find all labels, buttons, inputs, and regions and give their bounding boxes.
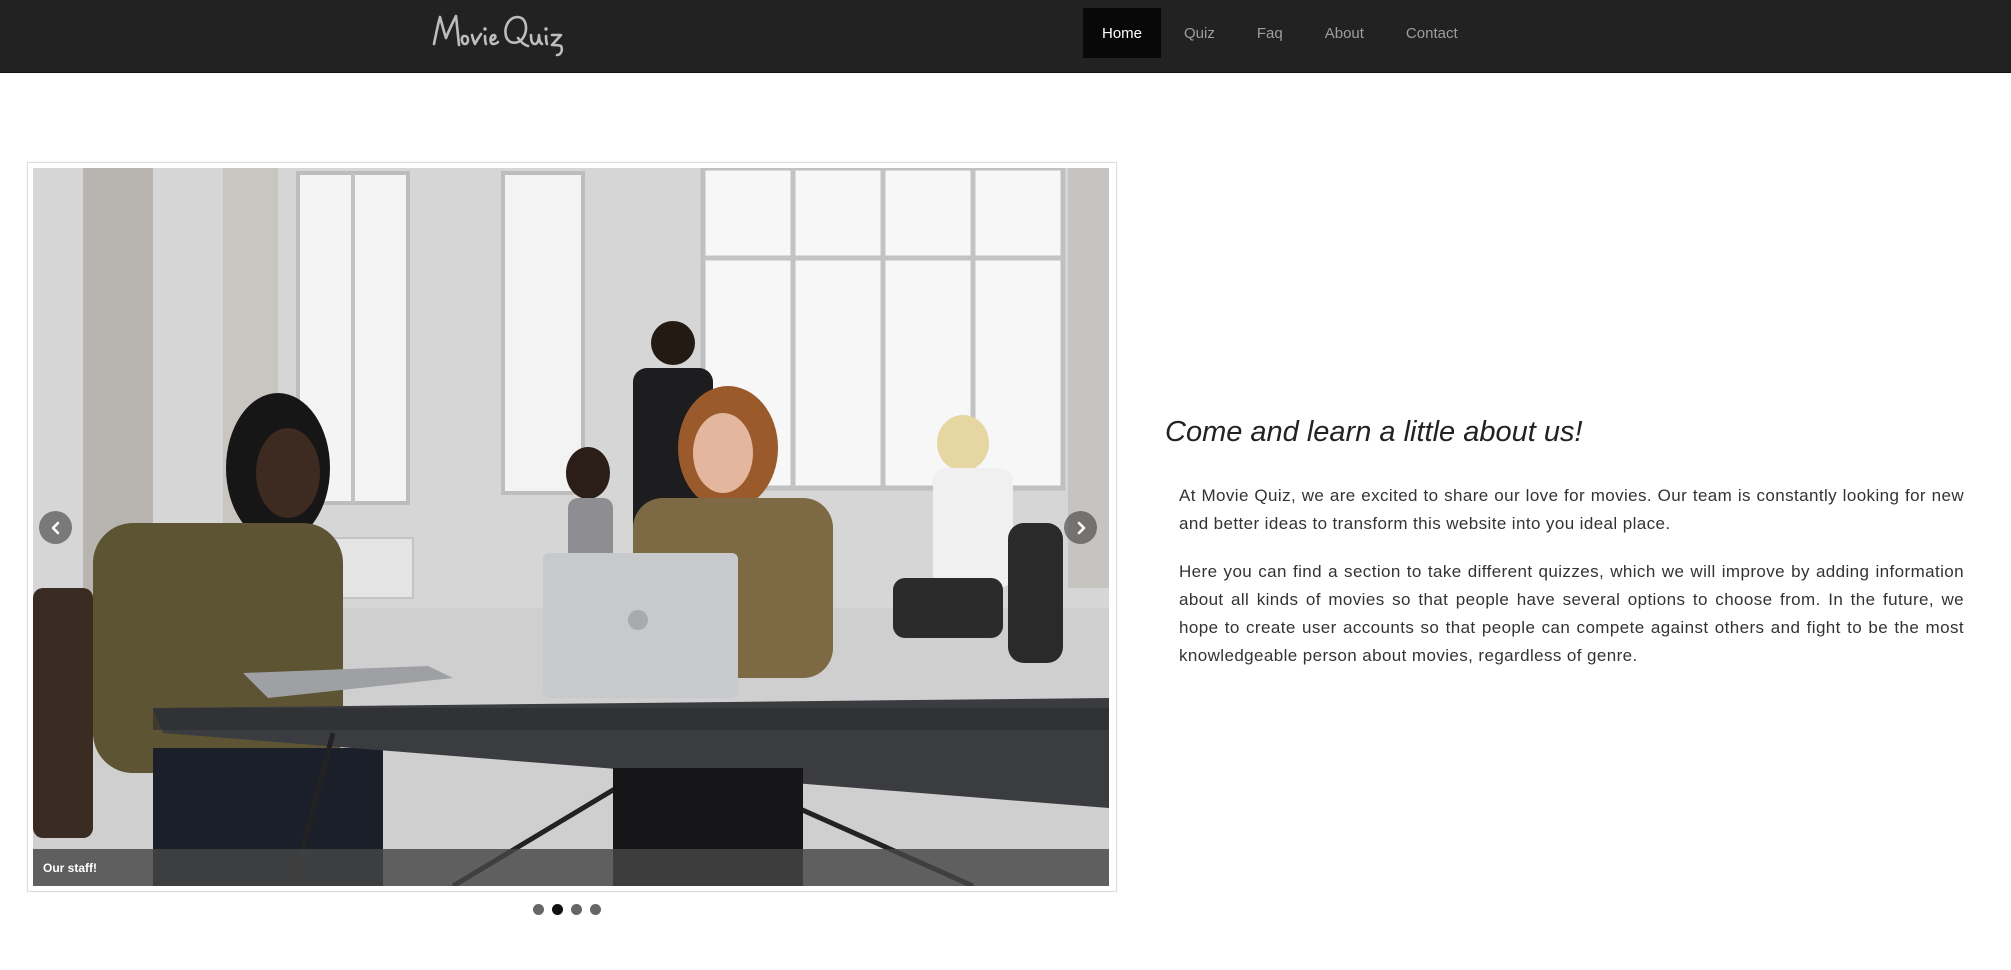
nav-about[interactable]: About (1306, 8, 1383, 58)
carousel-prev-button[interactable] (39, 511, 72, 544)
nav-contact[interactable]: Contact (1387, 8, 1477, 58)
chevron-left-icon (51, 521, 59, 534)
staff-photo (33, 168, 1109, 886)
chevron-right-icon (1077, 521, 1085, 534)
nav-home[interactable]: Home (1083, 8, 1162, 58)
movie-quiz-logo-icon (432, 14, 564, 57)
carousel-slide: Our staff! (33, 168, 1109, 886)
main-nav: Home Quiz Faq About Contact (1083, 8, 1481, 58)
nav-faq[interactable]: Faq (1238, 8, 1302, 58)
about-paragraph-1: At Movie Quiz, we are excited to share o… (1179, 486, 1964, 533)
carousel-caption: Our staff! (33, 849, 1109, 886)
image-carousel: Our staff! (27, 162, 1117, 892)
top-navbar: Home Quiz Faq About Contact (0, 0, 2011, 73)
carousel-indicators (533, 904, 601, 915)
brand-logo[interactable] (428, 8, 574, 60)
about-text: At Movie Quiz, we are excited to share o… (1179, 482, 1964, 690)
about-heading: Come and learn a little about us! (1165, 416, 1583, 448)
carousel-dot-1[interactable] (533, 904, 544, 915)
carousel-dot-3[interactable] (571, 904, 582, 915)
carousel-next-button[interactable] (1064, 511, 1097, 544)
nav-quiz[interactable]: Quiz (1165, 8, 1234, 58)
carousel-dot-2[interactable] (552, 904, 563, 915)
about-paragraph-2: Here you can find a section to take diff… (1179, 562, 1964, 665)
carousel-dot-4[interactable] (590, 904, 601, 915)
